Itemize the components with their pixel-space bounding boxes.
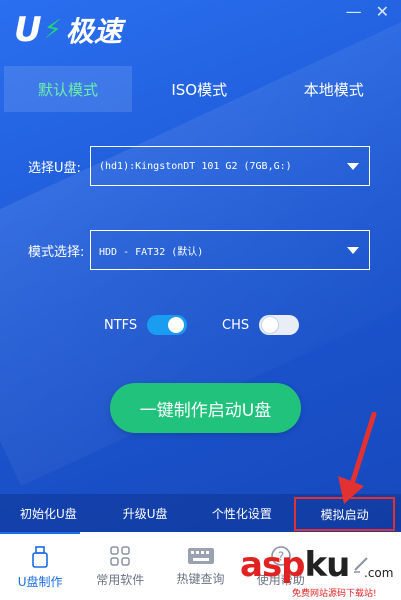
window-controls: — ✕ [346,4,389,20]
nav-edit[interactable] [321,532,401,600]
mode-select-value: HDD - FAT32 (默认) [99,246,204,258]
edit-icon [353,557,368,573]
mode-select-label: 模式选择: [28,244,85,260]
usb-icon [32,545,48,568]
chevron-down-icon[interactable] [347,246,359,254]
mode-tabs: 默认模式 ISO模式 本地模式 [0,66,401,112]
nav-label: 常用软件 [96,572,145,587]
keyboard-icon [187,547,214,564]
mode-select[interactable]: HDD - FAT32 (默认) [90,230,370,270]
annotation-arrow [338,412,377,504]
toggle-knob [168,317,185,333]
toggle-knob [262,317,279,333]
ntfs-label: NTFS [104,317,138,333]
usb-select-label: 选择U盘: [28,160,81,176]
usb-select[interactable]: (hd1):KingstonDT 101 G2 (7GB,G:) [90,146,370,186]
ntfs-toggle-group: NTFS [104,315,188,335]
toggle-row: NTFS CHS [0,315,401,339]
nav-hotkey-query[interactable]: 热键查询 [160,532,240,600]
grid-icon [110,545,131,566]
nav-help[interactable]: ? 使用帮助 [241,532,321,600]
logo-mark: U [14,10,42,50]
tab-default-mode[interactable]: 默认模式 [4,66,132,112]
usb-select-value: (hd1):KingstonDT 101 G2 (7GB,G:) [99,160,292,172]
personalize-button[interactable]: 个性化设置 [194,494,291,532]
nav-common-software[interactable]: 常用软件 [80,532,160,600]
chs-toggle-group: CHS [222,315,300,335]
mode-select-row: 模式选择: HDD - FAT32 (默认) [28,230,370,270]
usb-select-row: 选择U盘: (hd1):KingstonDT 101 G2 (7GB,G:) [28,146,370,186]
minimize-icon[interactable]: — [346,4,362,20]
logo-text: 极速 [65,15,122,48]
ntfs-toggle[interactable] [147,315,188,335]
nav-label: U盘制作 [17,574,63,589]
nav-label: 使用帮助 [256,572,305,587]
chs-toggle[interactable] [259,315,300,335]
app-window: U ⚡ 极速 — ✕ 默认模式 ISO模式 本地模式 选择U盘: (hd1):K… [0,0,401,600]
tab-local-mode[interactable]: 本地模式 [267,66,401,112]
lightning-icon: ⚡ [43,15,62,45]
nav-usb-make[interactable]: U盘制作 [0,532,81,600]
upgrade-usb-button[interactable]: 升级U盘 [97,494,194,532]
close-icon[interactable]: ✕ [376,4,389,20]
tab-iso-mode[interactable]: ISO模式 [132,66,267,112]
chs-label: CHS [222,317,250,333]
app-logo: U ⚡ 极速 [14,10,122,50]
svg-text:?: ? [278,549,284,563]
make-boot-usb-button[interactable]: 一键制作启动U盘 [110,383,301,433]
init-usb-button[interactable]: 初始化U盘 [0,494,97,532]
chevron-down-icon[interactable] [347,162,359,170]
bottom-nav: U盘制作 常用软件 热键查询 ? 使用帮助 [0,532,401,600]
nav-label: 热键查询 [176,571,225,586]
help-icon: ? [270,545,291,566]
